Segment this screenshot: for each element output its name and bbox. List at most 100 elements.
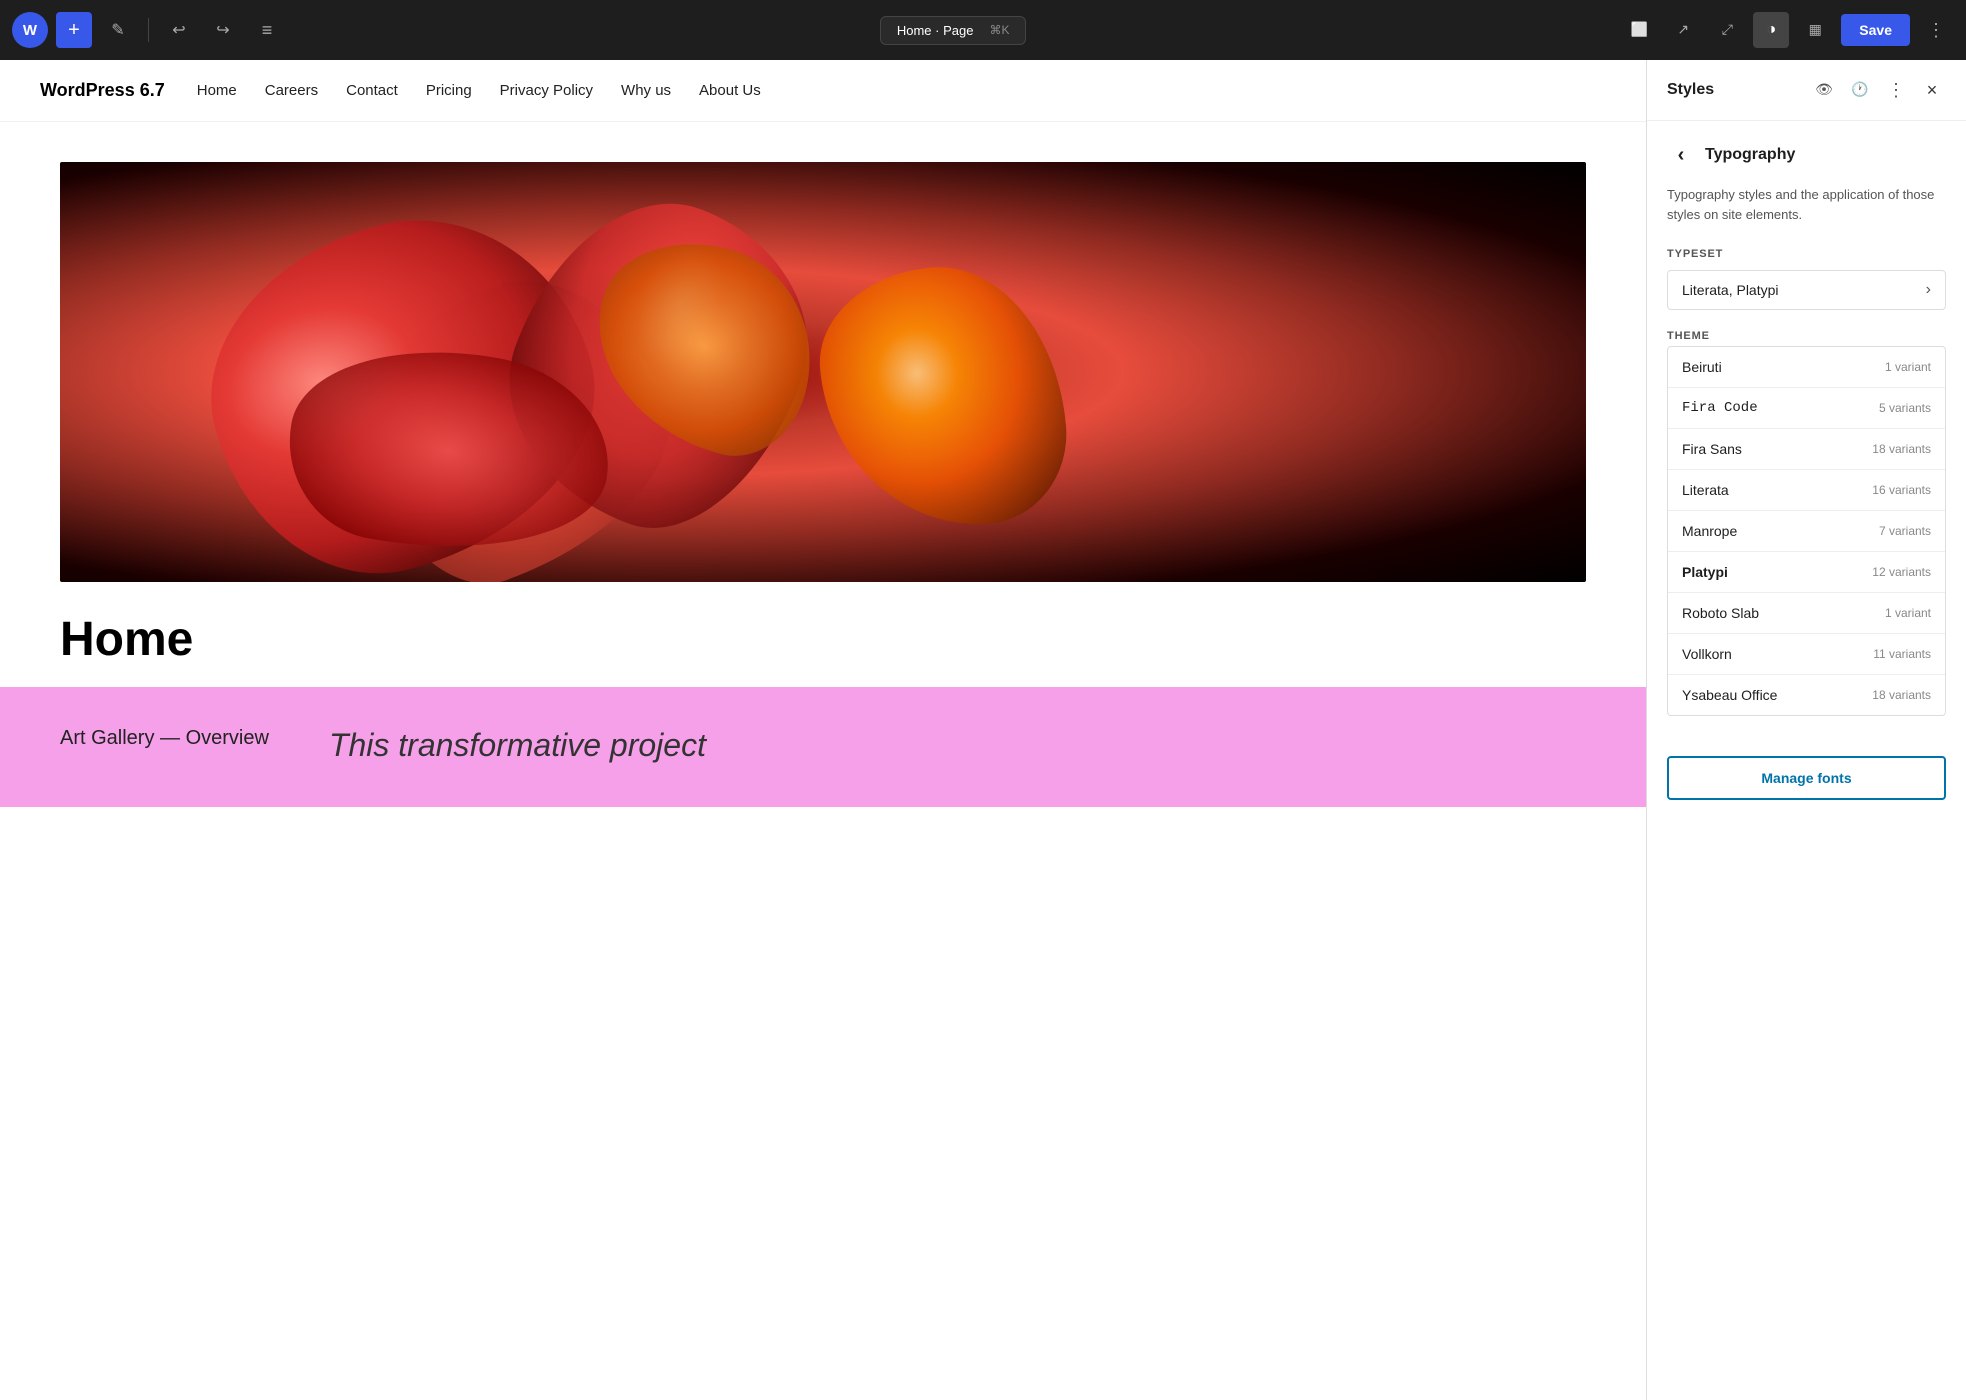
separator	[148, 18, 149, 42]
dots-icon-panel	[1887, 80, 1905, 101]
view-button[interactable]	[1621, 12, 1657, 48]
toolbar-right: Save	[1621, 12, 1954, 48]
nav-item-careers[interactable]: Careers	[265, 82, 318, 100]
bottom-right-text: This transformative project	[329, 727, 706, 767]
hero-image-container	[60, 162, 1586, 582]
font-variants-platypi: 12 variants	[1872, 565, 1931, 579]
panel-header-icons: ×	[1810, 76, 1946, 104]
wp-icon: W	[23, 22, 37, 39]
panel-body: Typography Typography styles and the app…	[1647, 121, 1966, 736]
font-name-firasans: Fira Sans	[1682, 441, 1742, 457]
styles-panel: Styles ×	[1646, 60, 1966, 1400]
sidebar-toggle-button[interactable]	[1797, 12, 1833, 48]
pen-icon	[111, 20, 124, 40]
font-name-literata: Literata	[1682, 482, 1729, 498]
font-list: Beiruti 1 variant Fira Code 5 variants F…	[1667, 346, 1946, 716]
external-link-button[interactable]	[1665, 12, 1701, 48]
toolbar: W Home · Page ⌘K Sa	[0, 0, 1966, 60]
link-icon	[1677, 21, 1689, 39]
typeset-row[interactable]: Literata, Platypi ›	[1667, 270, 1946, 310]
typeset-value: Literata, Platypi	[1682, 282, 1779, 298]
font-row-firacode[interactable]: Fira Code 5 variants	[1668, 388, 1945, 429]
bottom-left-text: Art Gallery — Overview	[60, 727, 269, 767]
wp-logo[interactable]: W	[12, 12, 48, 48]
font-row-vollkorn[interactable]: Vollkorn 11 variants	[1668, 634, 1945, 675]
undo-button[interactable]	[161, 12, 197, 48]
font-variants-firasans: 18 variants	[1872, 442, 1931, 456]
hero-image	[60, 162, 1586, 582]
eye-icon	[1815, 81, 1833, 99]
font-name-platypi: Platypi	[1682, 564, 1728, 580]
panel-title: Styles	[1667, 81, 1714, 99]
page-preview: WordPress 6.7 Home Careers Contact Prici…	[0, 60, 1646, 1400]
main-area: WordPress 6.7 Home Careers Contact Prici…	[0, 60, 1966, 1400]
typeset-label: TYPESET	[1667, 248, 1946, 260]
font-row-platypi[interactable]: Platypi 12 variants	[1668, 552, 1945, 593]
font-name-robotoslab: Roboto Slab	[1682, 605, 1759, 621]
stamen	[812, 257, 1074, 537]
nav-item-privacy[interactable]: Privacy Policy	[500, 82, 593, 100]
manage-fonts-button[interactable]: Manage fonts	[1667, 756, 1946, 800]
nav-item-aboutus[interactable]: About Us	[699, 82, 761, 100]
font-variants-manrope: 7 variants	[1879, 524, 1931, 538]
undo-icon	[172, 20, 185, 40]
font-name-beiruti: Beiruti	[1682, 359, 1722, 375]
font-row-literata[interactable]: Literata 16 variants	[1668, 470, 1945, 511]
back-button[interactable]	[1667, 141, 1695, 169]
nav-item-contact[interactable]: Contact	[346, 82, 398, 100]
nav-links: Home Careers Contact Pricing Privacy Pol…	[197, 82, 761, 100]
close-panel-button[interactable]: ×	[1918, 76, 1946, 104]
font-row-ysabeau[interactable]: Ysabeau Office 18 variants	[1668, 675, 1945, 715]
font-variants-firacode: 5 variants	[1879, 401, 1931, 415]
zoom-button[interactable]	[1709, 12, 1745, 48]
document-overview-button[interactable]	[249, 12, 285, 48]
typography-header: Typography	[1667, 141, 1946, 169]
save-button[interactable]: Save	[1841, 14, 1910, 46]
font-name-manrope: Manrope	[1682, 523, 1737, 539]
screen-icon	[1631, 21, 1648, 39]
page-info[interactable]: Home · Page ⌘K	[880, 16, 1027, 45]
site-nav: WordPress 6.7 Home Careers Contact Prici…	[0, 60, 1646, 122]
add-block-button[interactable]	[56, 12, 92, 48]
font-row-firasans[interactable]: Fira Sans 18 variants	[1668, 429, 1945, 470]
plus-icon	[68, 19, 80, 42]
font-name-vollkorn: Vollkorn	[1682, 646, 1732, 662]
typography-title: Typography	[1705, 146, 1795, 164]
nav-item-pricing[interactable]: Pricing	[426, 82, 472, 100]
contrast-icon	[1766, 21, 1776, 39]
close-icon: ×	[1927, 80, 1938, 101]
panel-header: Styles ×	[1647, 60, 1966, 121]
font-variants-vollkorn: 11 variants	[1873, 647, 1931, 661]
preview-icon-button[interactable]	[1810, 76, 1838, 104]
font-row-beiruti[interactable]: Beiruti 1 variant	[1668, 347, 1945, 388]
toolbar-center: Home · Page ⌘K	[293, 16, 1613, 45]
font-variants-beiruti: 1 variant	[1885, 360, 1931, 374]
nav-item-whyus[interactable]: Why us	[621, 82, 671, 100]
dots-icon	[1927, 20, 1945, 41]
theme-label: THEME	[1667, 330, 1946, 342]
sidebar-icon	[1809, 21, 1822, 39]
page-shortcut: ⌘K	[989, 23, 1009, 37]
font-row-robotoslab[interactable]: Roboto Slab 1 variant	[1668, 593, 1945, 634]
resize-icon	[1722, 21, 1733, 39]
site-logo: WordPress 6.7	[40, 80, 165, 101]
more-options-button[interactable]	[1918, 12, 1954, 48]
font-variants-literata: 16 variants	[1872, 483, 1931, 497]
nav-item-home[interactable]: Home	[197, 82, 237, 100]
font-name-firacode: Fira Code	[1682, 400, 1758, 416]
history-icon-button[interactable]	[1846, 76, 1874, 104]
more-panel-options-button[interactable]	[1882, 76, 1910, 104]
redo-button[interactable]	[205, 12, 241, 48]
chevron-right-icon: ›	[1926, 281, 1931, 299]
clock-icon	[1851, 81, 1868, 99]
list-icon	[262, 20, 273, 41]
font-variants-ysabeau: 18 variants	[1872, 688, 1931, 702]
page-title-label: Home · Page	[897, 23, 974, 38]
tools-button[interactable]	[100, 12, 136, 48]
bottom-section: Art Gallery — Overview This transformati…	[0, 687, 1646, 807]
back-icon	[1678, 144, 1685, 167]
home-title: Home	[60, 612, 1586, 667]
contrast-button[interactable]	[1753, 12, 1789, 48]
font-name-ysabeau: Ysabeau Office	[1682, 687, 1777, 703]
font-row-manrope[interactable]: Manrope 7 variants	[1668, 511, 1945, 552]
